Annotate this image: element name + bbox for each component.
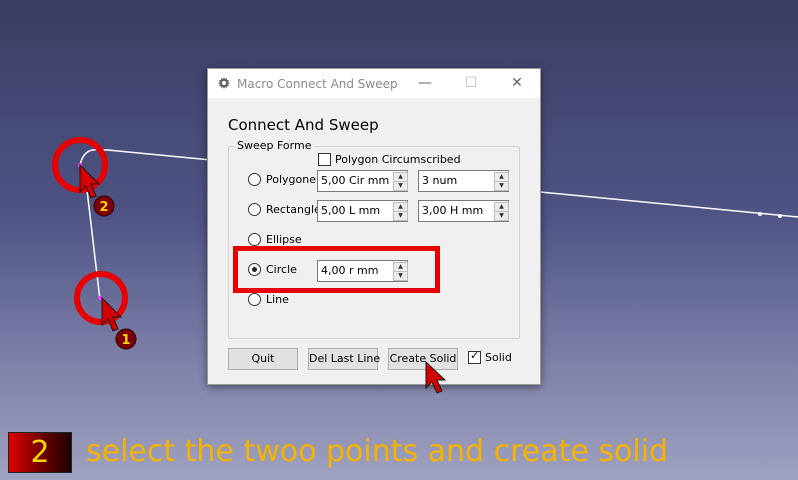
polygon-circumscribed-label: Polygon Circumscribed <box>335 153 461 166</box>
selected-point-1[interactable] <box>98 296 102 300</box>
sketch-vertex <box>778 214 782 218</box>
radio-ellipse-label: Ellipse <box>266 233 302 246</box>
polygon-circumscribed-checkbox[interactable] <box>318 153 331 166</box>
circle-highlight-box <box>233 246 440 293</box>
dialog-heading: Connect And Sweep <box>228 116 379 134</box>
radio-rectangle-label: Rectangle <box>266 203 321 216</box>
rectangle-length-value: 5,00 L mm <box>321 204 381 217</box>
macro-dialog: Macro Connect And Sweep — ☐ ✕ Connect An… <box>207 68 541 385</box>
cursor-icon <box>425 360 447 394</box>
marker-2-label: 2 <box>99 200 108 215</box>
spin-down-icon[interactable]: ▼ <box>494 211 509 221</box>
radio-polygone[interactable] <box>248 173 261 186</box>
window-title: Macro Connect And Sweep <box>237 77 398 91</box>
radio-line-label: Line <box>266 293 289 306</box>
spin-down-icon[interactable]: ▼ <box>393 211 408 221</box>
spin-down-icon[interactable]: ▼ <box>494 181 509 191</box>
quit-button[interactable]: Quit <box>228 348 298 370</box>
del-last-line-button[interactable]: Del Last Line <box>308 348 380 370</box>
polygone-sides-spinbox[interactable]: 3 num ▲ ▼ <box>418 170 509 192</box>
spin-down-icon[interactable]: ▼ <box>393 181 408 191</box>
polygone-size-spinbox[interactable]: 5,00 Cir mm ▲ ▼ <box>317 170 408 192</box>
polygone-sides-value: 3 num <box>422 174 458 187</box>
maximize-button[interactable]: ☐ <box>448 69 494 98</box>
close-button[interactable]: ✕ <box>494 69 540 98</box>
sketch-vertex <box>758 212 762 216</box>
rectangle-height-spinbox[interactable]: 3,00 H mm ▲ ▼ <box>418 200 509 222</box>
step-number-badge: 2 <box>8 432 72 473</box>
minimize-button[interactable]: — <box>402 69 448 98</box>
solid-checkbox[interactable]: ✓ <box>468 349 481 364</box>
marker-1-label: 1 <box>121 333 130 348</box>
solid-label: Solid <box>485 351 512 364</box>
radio-ellipse[interactable] <box>248 233 261 246</box>
polygone-size-value: 5,00 Cir mm <box>321 174 390 187</box>
freecad-gear-icon <box>218 77 230 89</box>
group-title: Sweep Forme <box>234 139 315 152</box>
radio-rectangle[interactable] <box>248 203 261 216</box>
title-bar[interactable]: Macro Connect And Sweep — ☐ ✕ <box>208 69 540 98</box>
cursor-icon <box>79 163 101 199</box>
cursor-icon <box>101 296 123 332</box>
radio-line[interactable] <box>248 293 261 306</box>
checkmark-icon: ✓ <box>470 349 480 362</box>
radio-polygone-label: Polygone <box>266 173 316 186</box>
rectangle-length-spinbox[interactable]: 5,00 L mm ▲ ▼ <box>317 200 408 222</box>
rectangle-height-value: 3,00 H mm <box>422 204 484 217</box>
instruction-caption: select the twoo points and create solid <box>86 434 669 469</box>
